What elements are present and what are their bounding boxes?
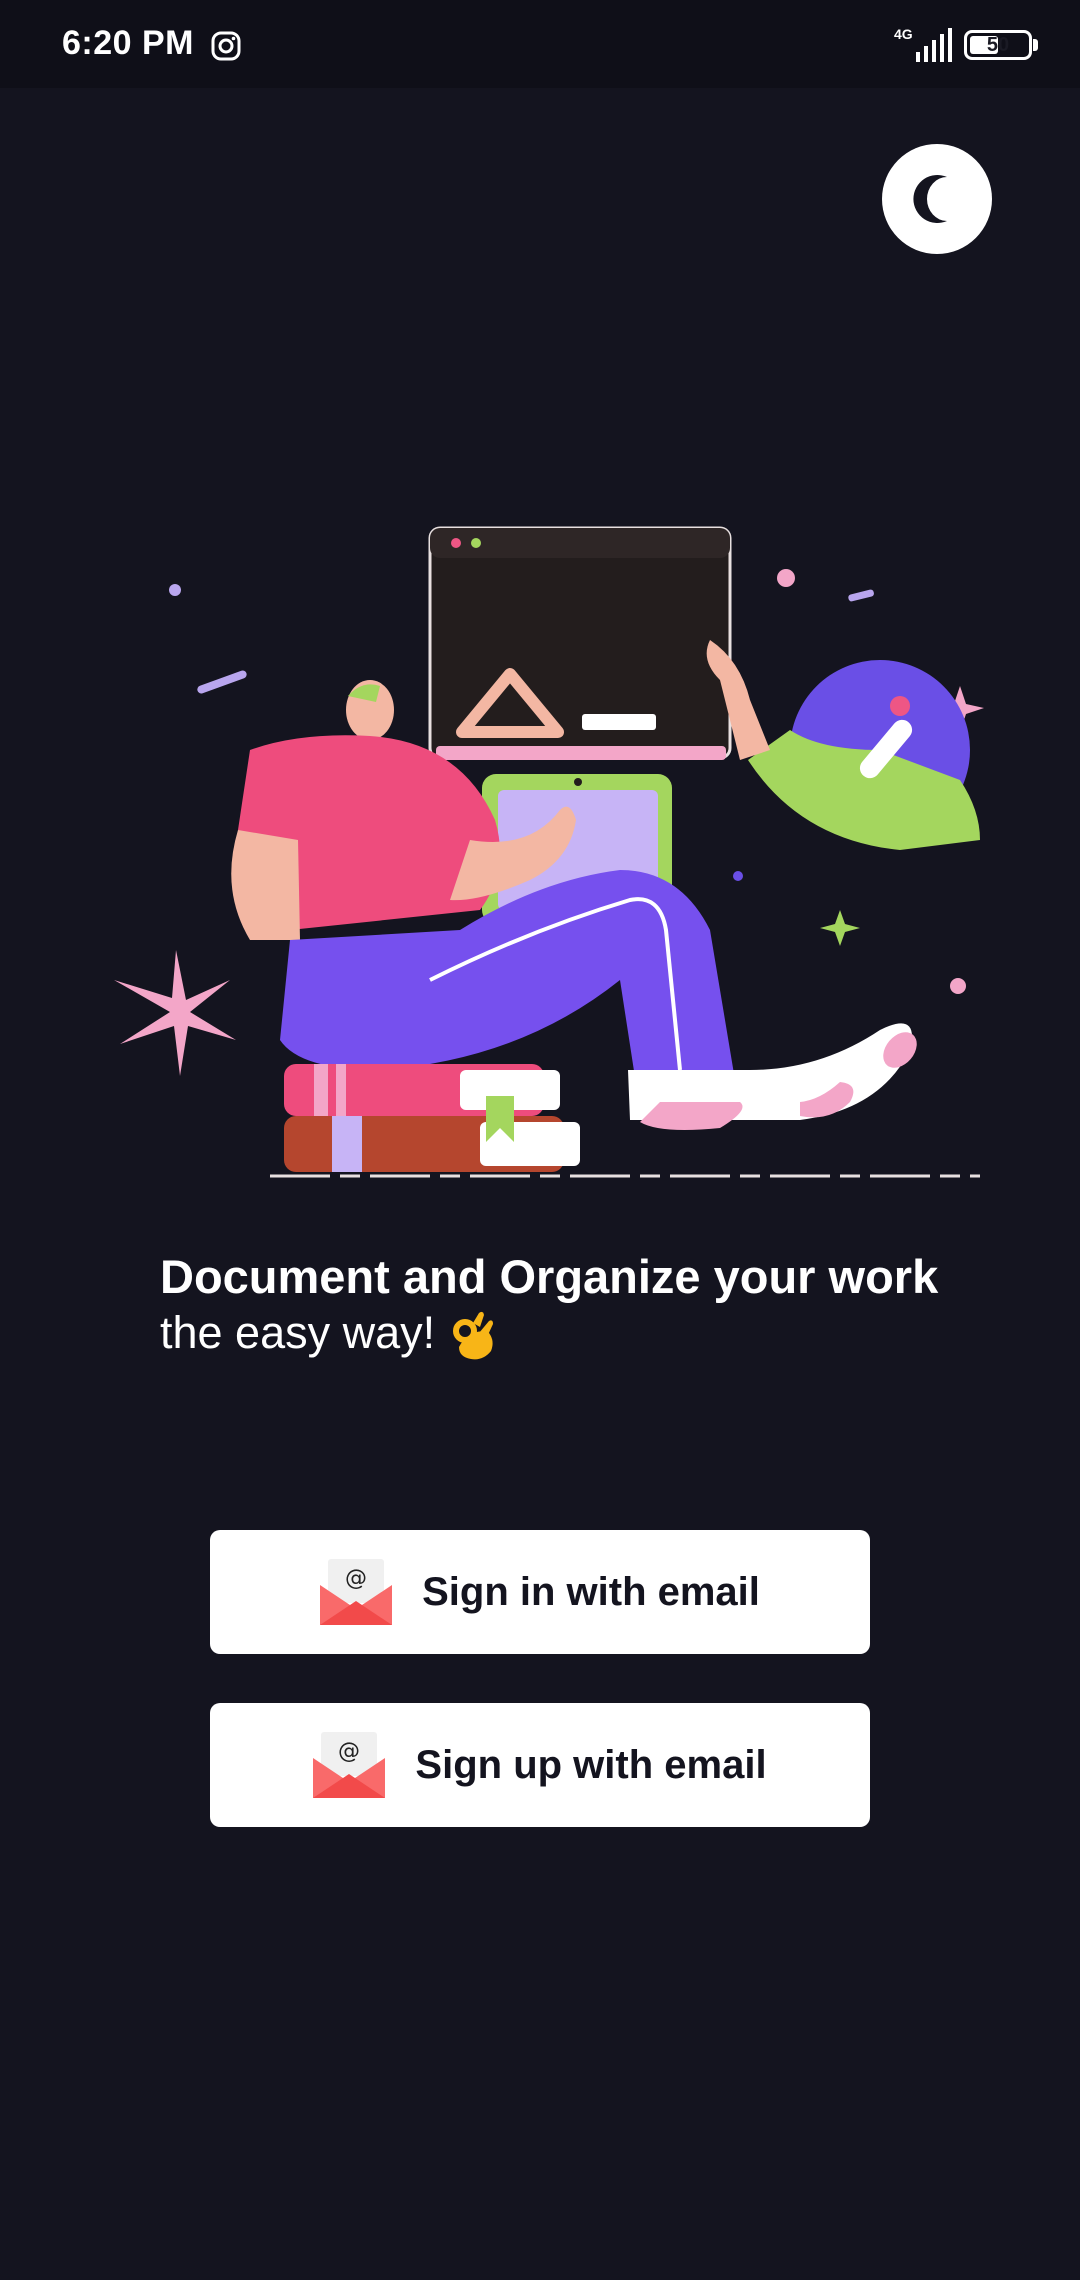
network-type: 4G — [894, 26, 913, 42]
floating-window — [428, 526, 732, 760]
theme-toggle-button[interactable] — [882, 144, 992, 254]
headline-subtitle-line: the easy way! — [160, 1306, 1020, 1361]
moon-icon — [913, 175, 947, 223]
instagram-icon — [211, 31, 241, 61]
sign-in-with-email-button[interactable]: @ Sign in with email — [210, 1530, 870, 1654]
svg-text:@: @ — [338, 1739, 360, 1764]
status-time: 6:20 PM — [62, 24, 194, 62]
email-envelope-icon: @ — [313, 1732, 386, 1798]
woman-figure — [706, 640, 980, 850]
headline-title: Document and Organize your work — [160, 1250, 939, 1303]
sign-up-label: Sign up with email — [415, 1742, 767, 1787]
status-bar: 6:20 PM 4G 50 — [0, 0, 1080, 88]
signal-strength-icon — [916, 28, 952, 62]
hero-illustration — [114, 526, 984, 1178]
battery-level: 50 — [986, 34, 1010, 56]
svg-text:@: @ — [345, 1566, 367, 1591]
sign-up-with-email-button[interactable]: @ Sign up with email — [210, 1703, 870, 1827]
sign-in-label: Sign in with email — [422, 1569, 760, 1614]
email-envelope-icon: @ — [320, 1559, 393, 1625]
ok-hand-icon — [453, 1311, 494, 1360]
headline-subtitle: the easy way! — [160, 1307, 436, 1358]
battery-icon: 50 — [964, 30, 1032, 60]
battery-tip — [1033, 39, 1038, 51]
headline: Document and Organize your work the easy… — [160, 1248, 1020, 1361]
